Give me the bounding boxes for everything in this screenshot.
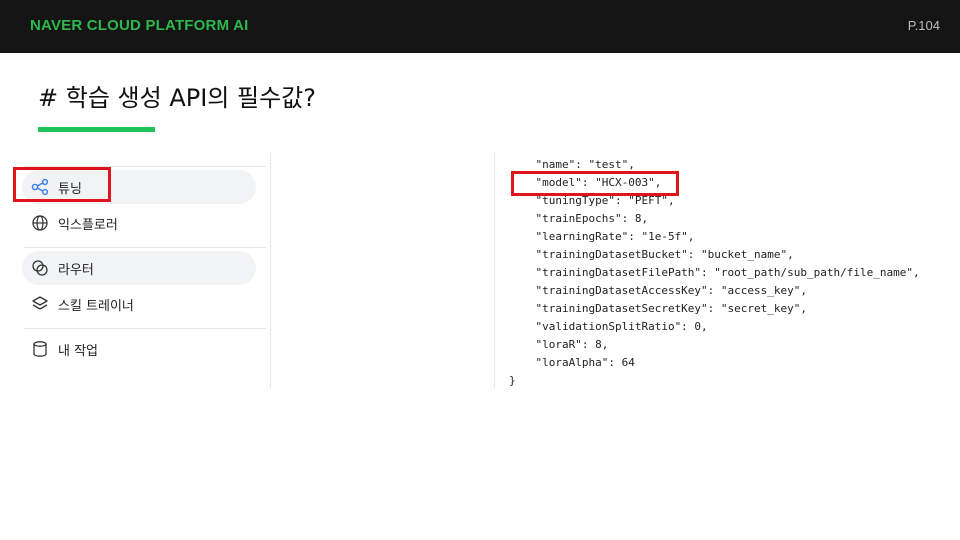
- code-line: "loraAlpha": 64: [509, 356, 635, 369]
- globe-icon: [30, 213, 50, 233]
- database-icon: [30, 339, 50, 359]
- sidebar-item-explorer[interactable]: 익스플로러: [22, 206, 256, 240]
- layers-icon: [30, 294, 50, 314]
- sidebar-item-label: 내 작업: [58, 343, 99, 359]
- code-line: "learningRate": "1e-5f",: [509, 230, 695, 243]
- code-line: "validationSplitRatio": 0,: [509, 320, 708, 333]
- title-underline: [38, 127, 155, 132]
- code-line: "trainingDatasetFilePath": "root_path/su…: [509, 266, 920, 279]
- top-bar: NAVER CLOUD PLATFORM AI P.104: [0, 0, 960, 53]
- highlight-box-model: [511, 171, 679, 196]
- sidebar-divider: [24, 328, 266, 329]
- page-number: P.104: [907, 18, 940, 33]
- code-line: "trainingDatasetAccessKey": "access_key"…: [509, 284, 808, 297]
- sidebar-item-router[interactable]: 라우터: [22, 251, 256, 285]
- sidebar-item-label: 스킬 트레이너: [58, 298, 134, 314]
- sidebar-item-my-jobs[interactable]: 내 작업: [22, 332, 256, 366]
- overlap-circles-icon: [30, 258, 50, 278]
- sidebar-item-skill-trainer[interactable]: 스킬 트레이너: [22, 287, 256, 321]
- code-line: "trainingDatasetBucket": "bucket_name",: [509, 248, 794, 261]
- brand-title: NAVER CLOUD PLATFORM AI: [30, 17, 249, 34]
- code-line: }: [509, 374, 516, 387]
- code-line: "trainingDatasetSecretKey": "secret_key"…: [509, 302, 808, 315]
- slide-title: # 학습 생성 API의 필수값?: [38, 84, 316, 112]
- code-line: "trainEpochs": 8,: [509, 212, 649, 225]
- sidebar-item-label: 익스플로러: [58, 217, 118, 233]
- sidebar-divider: [24, 247, 266, 248]
- code-line: "loraR": 8,: [509, 338, 609, 351]
- highlight-box-tuning: [13, 167, 111, 202]
- sidebar-item-label: 라우터: [58, 262, 94, 278]
